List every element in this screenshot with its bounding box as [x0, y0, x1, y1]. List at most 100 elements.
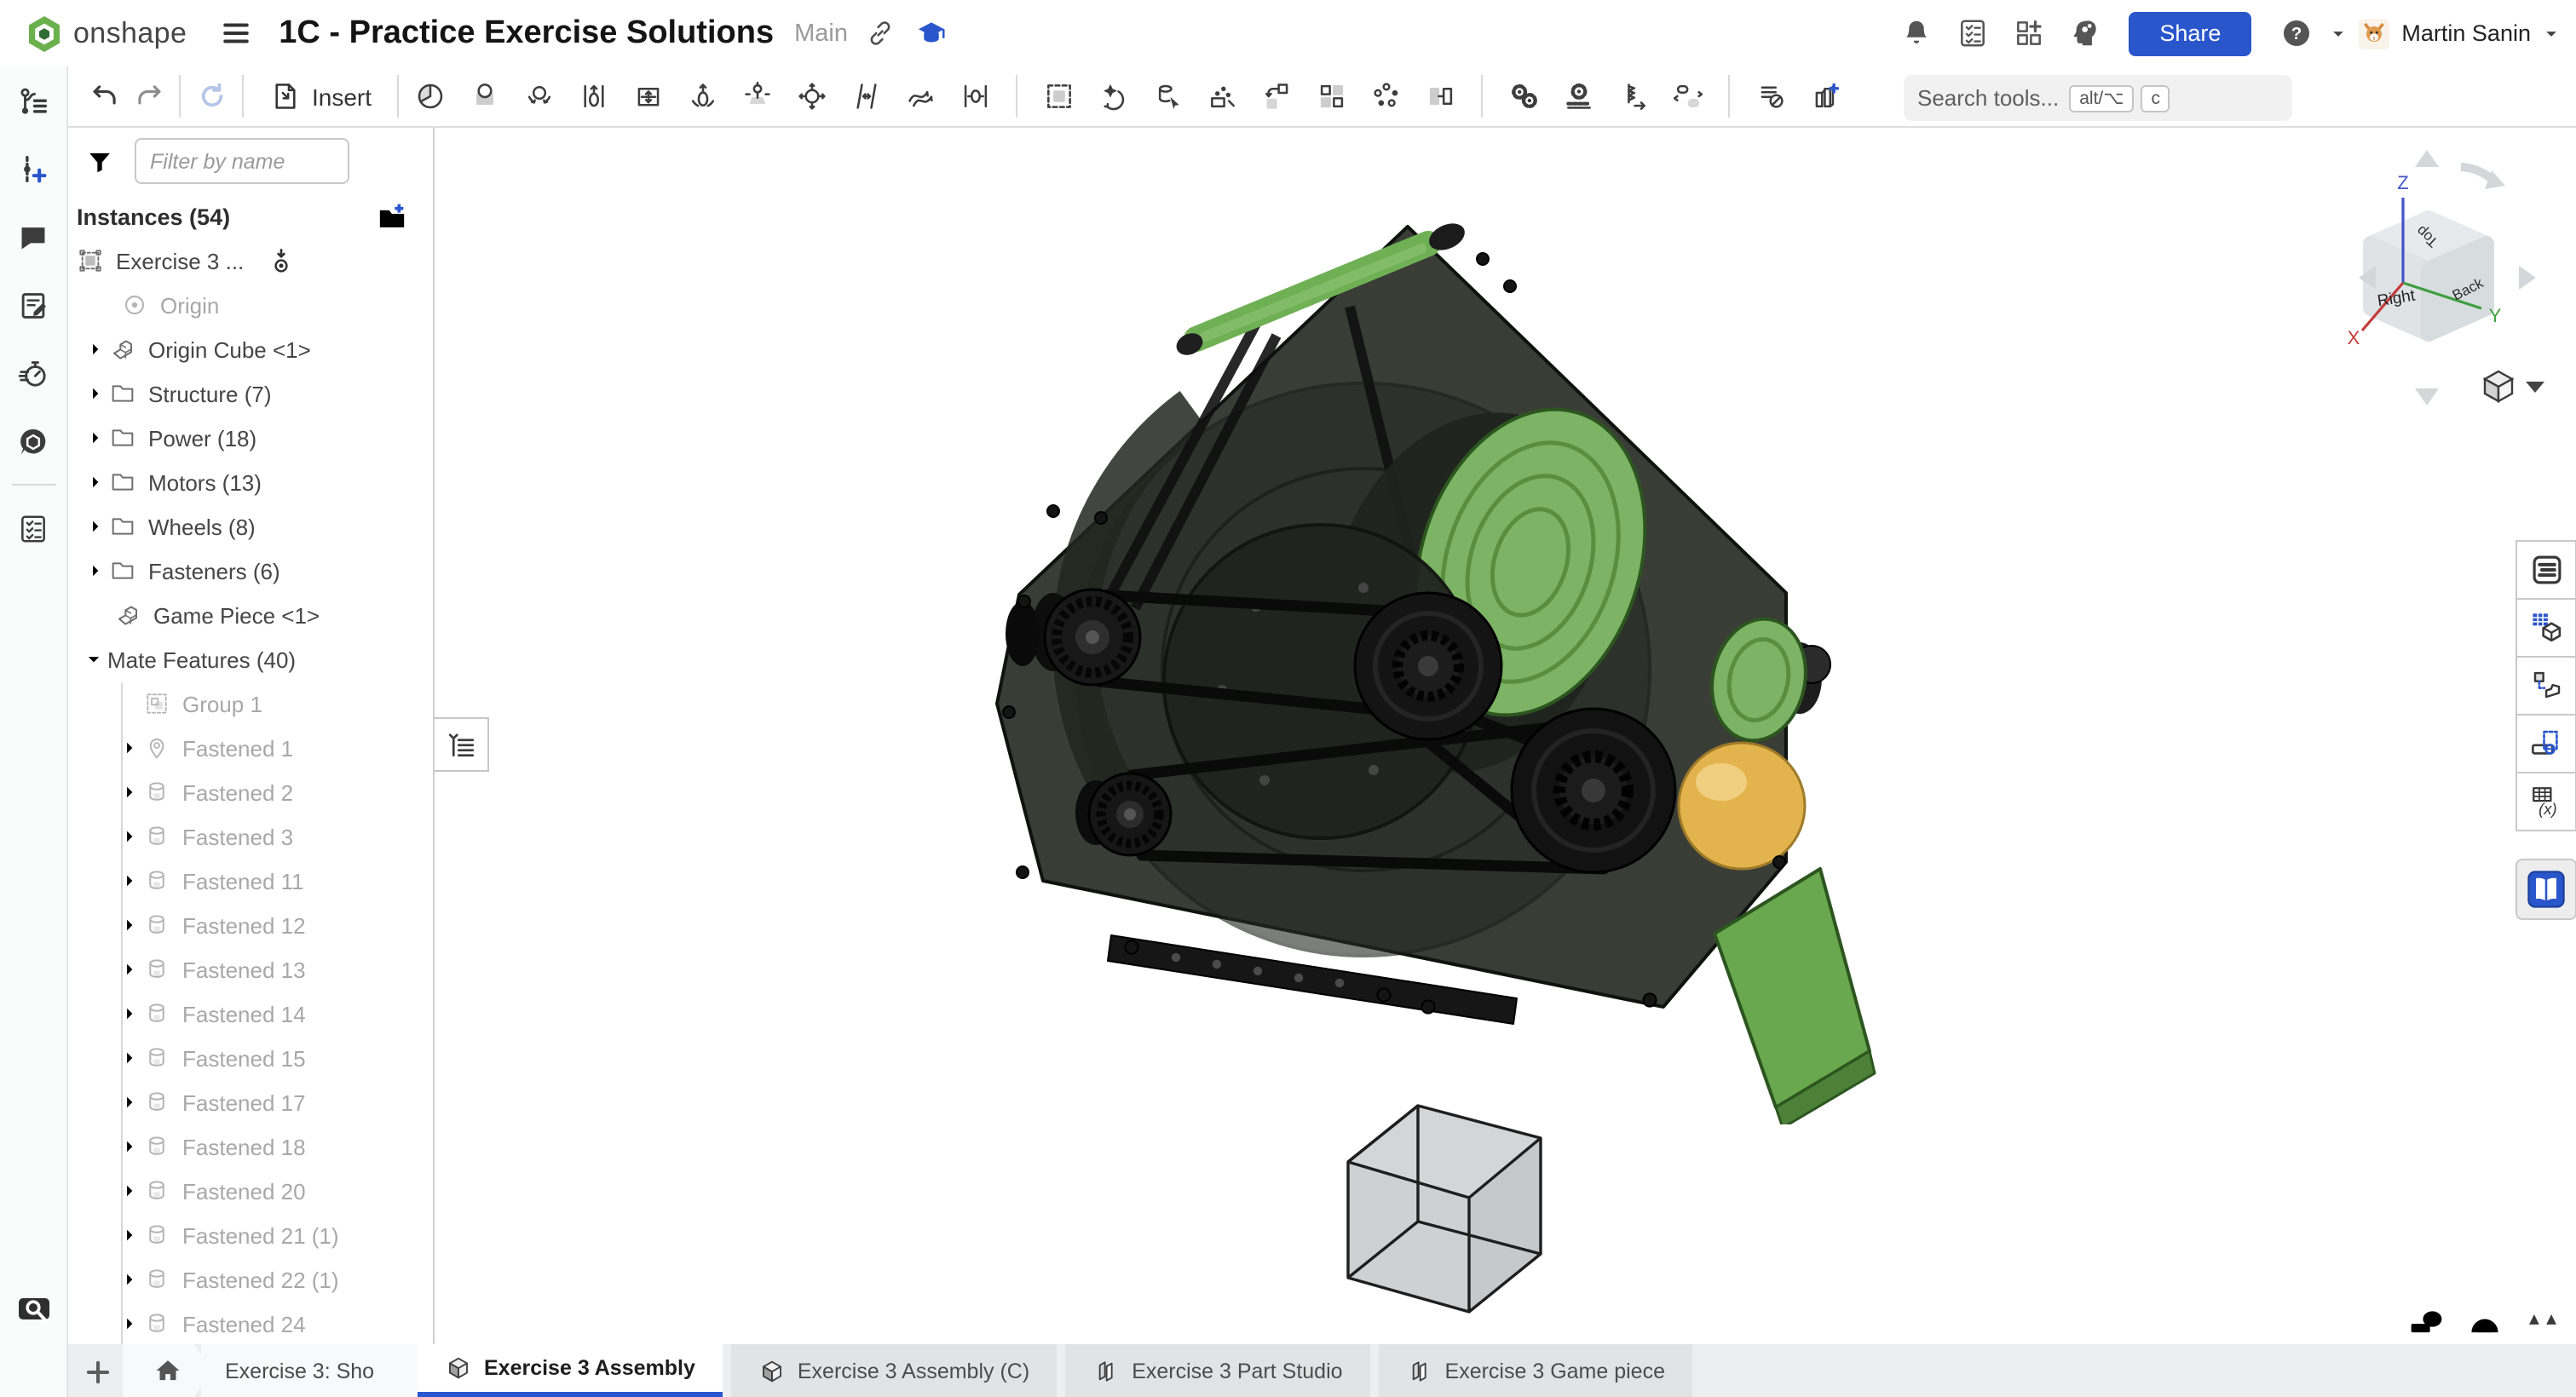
document-title[interactable]: 1C - Practice Exercise Solutions: [279, 14, 774, 52]
fastened-icon[interactable]: [462, 74, 506, 118]
stopwatch-icon[interactable]: [11, 351, 55, 395]
mateconnector-icon[interactable]: [1145, 74, 1190, 118]
user-avatar[interactable]: [2359, 18, 2389, 49]
configurations-panel-icon[interactable]: [2515, 656, 2576, 716]
expand-chevron-icon[interactable]: [114, 734, 143, 762]
mate-icon[interactable]: [407, 74, 452, 118]
expand-chevron-icon[interactable]: [114, 1089, 143, 1116]
limit-icon[interactable]: [953, 74, 997, 118]
expand-chevron-icon[interactable]: [80, 380, 109, 407]
share-button[interactable]: Share: [2129, 11, 2251, 55]
tree-item-exercise-3[interactable]: Exercise 3 ...: [68, 239, 433, 283]
expand-chevron-icon[interactable]: [78, 646, 107, 673]
ai-advisor-icon[interactable]: [2062, 11, 2106, 55]
group-icon[interactable]: [1036, 74, 1081, 118]
tree-item-fastened-20[interactable]: Fastened 20: [68, 1169, 433, 1213]
expand-chevron-icon[interactable]: [114, 1133, 143, 1160]
tree-item-origin[interactable]: Origin: [68, 283, 433, 327]
newversion-icon[interactable]: [11, 147, 55, 191]
rackrel-icon[interactable]: [1556, 74, 1600, 118]
help-icon[interactable]: [2273, 11, 2318, 55]
tree-item-fastened-11[interactable]: Fastened 11: [68, 859, 433, 903]
expand-chevron-icon[interactable]: [114, 1177, 143, 1204]
snap-icon[interactable]: [1200, 74, 1244, 118]
gearrel-icon[interactable]: [1501, 74, 1546, 118]
expand-chevron-icon[interactable]: [114, 867, 143, 894]
slider-icon[interactable]: [571, 74, 615, 118]
add-folder-icon[interactable]: [375, 201, 409, 235]
expand-chevron-icon[interactable]: [114, 823, 143, 850]
view-options-caret-icon[interactable]: [2526, 382, 2544, 393]
planar-icon[interactable]: [625, 74, 670, 118]
checklist-icon[interactable]: [11, 506, 55, 550]
workspace-branch[interactable]: Main: [794, 20, 848, 47]
measure-icon[interactable]: [2406, 1305, 2447, 1342]
feedback-icon[interactable]: [11, 419, 55, 463]
assembly-3d-model[interactable]: [954, 187, 1909, 1124]
tree-item-mate-features-40[interactable]: Mate Features (40): [68, 637, 433, 681]
tab-exercise-3-assembly[interactable]: Exercise 3 Assembly: [418, 1344, 723, 1397]
expand-chevron-icon[interactable]: [114, 956, 143, 983]
mass-properties-icon[interactable]: [2522, 1305, 2563, 1342]
view-cube[interactable]: Z Y X Top Right Back: [2343, 133, 2576, 416]
anchor-icon[interactable]: [268, 247, 295, 274]
add-tab-icon[interactable]: [78, 1353, 116, 1390]
tree-item-fastened-18[interactable]: Fastened 18: [68, 1124, 433, 1169]
tree-item-fastened-13[interactable]: Fastened 13: [68, 947, 433, 992]
tree-item-fastened-17[interactable]: Fastened 17: [68, 1080, 433, 1124]
namedpositions-panel-icon[interactable]: [2515, 714, 2576, 773]
cylindrical-icon[interactable]: [680, 74, 724, 118]
comment-icon[interactable]: [11, 215, 55, 259]
expand-chevron-icon[interactable]: [114, 1044, 143, 1072]
tree-item-power-18[interactable]: Power (18): [68, 416, 433, 460]
versions-icon[interactable]: [11, 78, 55, 123]
tree-item-structure-7[interactable]: Structure (7): [68, 371, 433, 416]
transfer-icon[interactable]: [1254, 74, 1299, 118]
tab-exercise-3-game-piece[interactable]: Exercise 3 Game piece: [1379, 1344, 1692, 1397]
action-items-icon[interactable]: [1950, 11, 1994, 55]
bom-panel-icon[interactable]: [2515, 598, 2576, 658]
expand-chevron-icon[interactable]: [114, 1222, 143, 1249]
tree-item-fastened-1[interactable]: Fastened 1: [68, 726, 433, 770]
patlinear-icon[interactable]: [1309, 74, 1353, 118]
tree-item-fasteners-6[interactable]: Fasteners (6): [68, 549, 433, 593]
parallel-icon[interactable]: [844, 74, 888, 118]
share-link-icon[interactable]: [858, 11, 902, 55]
revolute-icon[interactable]: [516, 74, 561, 118]
tab-browser[interactable]: Exercise 3: Sho: [201, 1344, 440, 1397]
expand-chevron-icon[interactable]: [114, 911, 143, 939]
search-tools-box[interactable]: Search tools... alt/⌥ c: [1904, 75, 2292, 121]
screwrel-icon[interactable]: [1611, 74, 1655, 118]
expand-chevron-icon[interactable]: [114, 1266, 143, 1293]
tab-exercise-3-assembly-c-[interactable]: Exercise 3 Assembly (C): [731, 1344, 1057, 1397]
pinslot-icon[interactable]: [735, 74, 779, 118]
tree-item-fastened-12[interactable]: Fastened 12: [68, 903, 433, 947]
tree-item-fastened-3[interactable]: Fastened 3: [68, 814, 433, 859]
tangent-icon[interactable]: [898, 74, 942, 118]
tree-item-wheels-8[interactable]: Wheels (8): [68, 504, 433, 549]
tree-item-fastened-22-1[interactable]: Fastened 22 (1): [68, 1257, 433, 1302]
patcirc-icon[interactable]: [1363, 74, 1408, 118]
beltrel-icon[interactable]: [1665, 74, 1709, 118]
tree-item-origin-cube-1[interactable]: Origin Cube <1>: [68, 327, 433, 371]
expand-chevron-icon[interactable]: [80, 513, 109, 540]
tree-item-fastened-21-1[interactable]: Fastened 21 (1): [68, 1213, 433, 1257]
tree-item-fastened-15[interactable]: Fastened 15: [68, 1036, 433, 1080]
variables-panel-icon[interactable]: [2515, 772, 2576, 831]
explodedviews-icon[interactable]: [1803, 74, 1847, 118]
notifications-bell-icon[interactable]: [1893, 11, 1938, 55]
filter-input[interactable]: [135, 138, 349, 184]
tree-item-fastened-2[interactable]: Fastened 2: [68, 770, 433, 814]
redo-icon[interactable]: [126, 74, 170, 118]
expand-chevron-icon[interactable]: [114, 1310, 143, 1337]
undo-icon[interactable]: [82, 74, 126, 118]
structure-panel-icon[interactable]: [2515, 540, 2576, 600]
ballmate-icon[interactable]: [789, 74, 833, 118]
tree-item-motors-13[interactable]: Motors (13): [68, 460, 433, 504]
user-name[interactable]: Martin Sanin: [2401, 20, 2531, 46]
user-menu-caret-icon[interactable]: [2543, 25, 2560, 42]
collapse-panel-button[interactable]: [435, 717, 489, 772]
expand-chevron-icon[interactable]: [80, 469, 109, 496]
list-view-icon[interactable]: [382, 147, 414, 179]
dispstates-icon[interactable]: [1749, 74, 1793, 118]
